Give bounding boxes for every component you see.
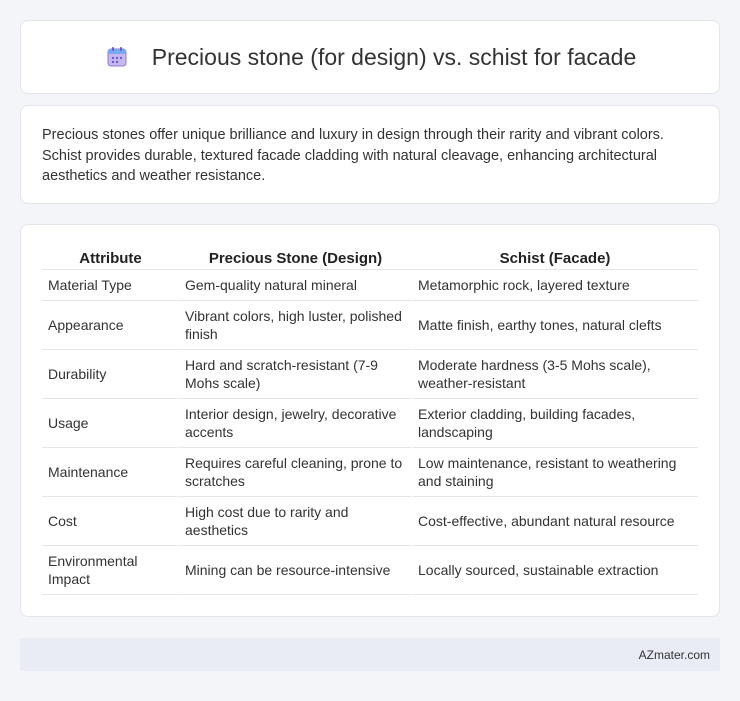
table-row: Appearance Vibrant colors, high luster, … (42, 301, 698, 350)
precious-stone-cell: Mining can be resource-intensive (179, 546, 412, 595)
intro-card: Precious stones offer unique brilliance … (20, 105, 720, 204)
precious-stone-cell: Vibrant colors, high luster, polished fi… (179, 301, 412, 350)
column-header-precious-stone: Precious Stone (Design) (179, 245, 412, 270)
attribute-cell: Usage (42, 399, 179, 448)
precious-stone-cell: Hard and scratch-resistant (7-9 Mohs sca… (179, 350, 412, 399)
table-row: Material Type Gem-quality natural minera… (42, 270, 698, 301)
schist-cell: Moderate hardness (3-5 Mohs scale), weat… (412, 350, 698, 399)
precious-stone-cell: Requires careful cleaning, prone to scra… (179, 448, 412, 497)
precious-stone-cell: High cost due to rarity and aesthetics (179, 497, 412, 546)
attribute-cell: Cost (42, 497, 179, 546)
column-header-schist: Schist (Facade) (412, 245, 698, 270)
footer: AZmater.com (20, 638, 720, 671)
schist-cell: Cost-effective, abundant natural resourc… (412, 497, 698, 546)
column-header-attribute: Attribute (42, 245, 179, 270)
table-header-row: Attribute Precious Stone (Design) Schist… (42, 245, 698, 270)
footer-site-link[interactable]: AZmater.com (639, 648, 710, 662)
intro-paragraph: Precious stones offer unique brilliance … (42, 127, 664, 184)
attribute-cell: Appearance (42, 301, 179, 350)
attribute-cell: Material Type (42, 270, 179, 301)
precious-stone-cell: Interior design, jewelry, decorative acc… (179, 399, 412, 448)
schist-cell: Exterior cladding, building facades, lan… (412, 399, 698, 448)
table-row: Usage Interior design, jewelry, decorati… (42, 399, 698, 448)
precious-stone-cell: Gem-quality natural mineral (179, 270, 412, 301)
schist-cell: Metamorphic rock, layered texture (412, 270, 698, 301)
attribute-cell: Maintenance (42, 448, 179, 497)
table-row: Environmental Impact Mining can be resou… (42, 546, 698, 595)
schist-cell: Locally sourced, sustainable extraction (412, 546, 698, 595)
table-row: Maintenance Requires careful cleaning, p… (42, 448, 698, 497)
schist-cell: Matte finish, earthy tones, natural clef… (412, 301, 698, 350)
attribute-cell: Environmental Impact (42, 546, 179, 595)
comparison-card: Attribute Precious Stone (Design) Schist… (20, 224, 720, 617)
attribute-cell: Durability (42, 350, 179, 399)
calendar-icon (104, 44, 130, 70)
comparison-table: Attribute Precious Stone (Design) Schist… (42, 245, 698, 595)
title-card: Precious stone (for design) vs. schist f… (20, 20, 720, 94)
table-row: Cost High cost due to rarity and aesthet… (42, 497, 698, 546)
page-title: Precious stone (for design) vs. schist f… (151, 43, 637, 70)
table-row: Durability Hard and scratch-resistant (7… (42, 350, 698, 399)
schist-cell: Low maintenance, resistant to weathering… (412, 448, 698, 497)
